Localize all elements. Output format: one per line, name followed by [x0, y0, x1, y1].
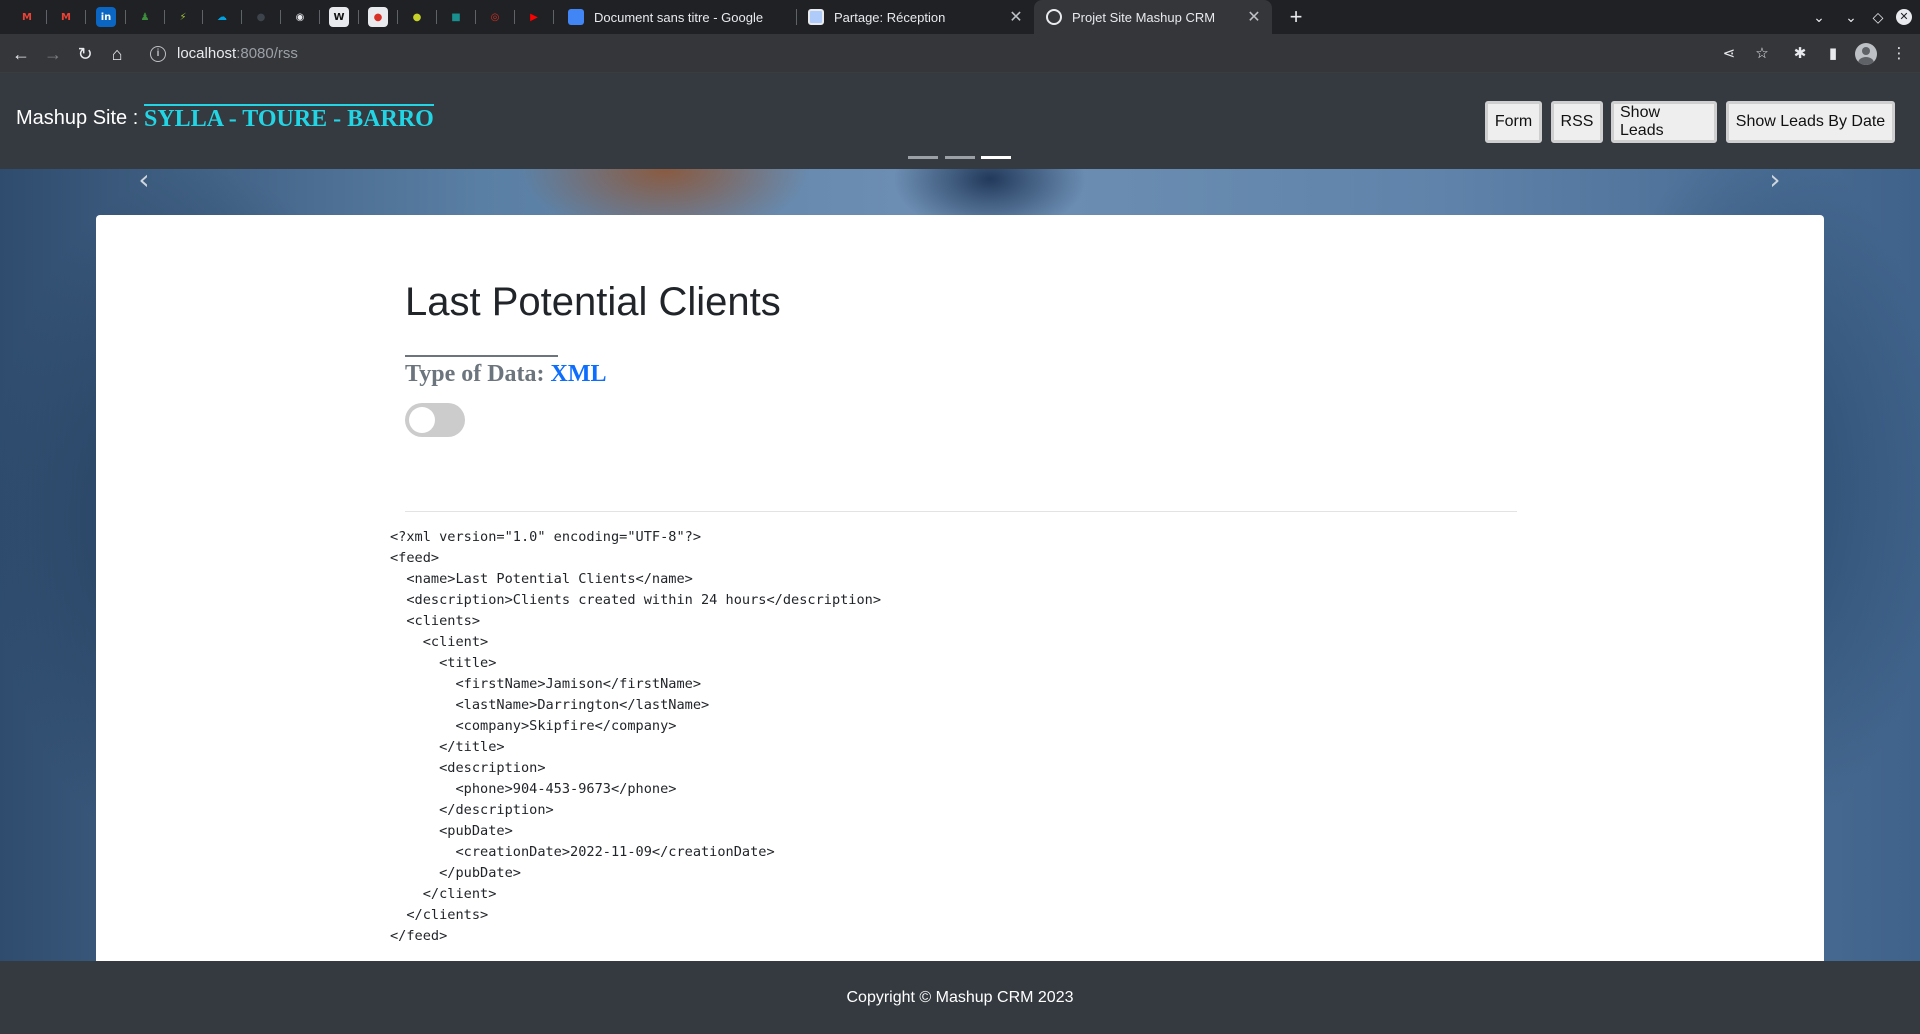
gmail-icon[interactable]: M	[17, 7, 37, 27]
address-bar[interactable]: i localhost:8080/rss	[138, 37, 1768, 70]
divider	[405, 511, 1517, 512]
tab-separator	[514, 10, 515, 24]
tab-separator	[436, 10, 437, 24]
reload-icon[interactable]: ↻	[71, 40, 99, 68]
tab-separator	[280, 10, 281, 24]
salesforce-icon[interactable]: ☁	[212, 7, 232, 27]
browser-toolbar: ← → ↻ ⌂ i localhost:8080/rss ⋖ ☆ ✱ ▮ ⋮	[0, 34, 1920, 73]
app-icon[interactable]: ■	[446, 7, 466, 27]
page-title: Last Potential Clients	[405, 280, 781, 324]
menu-kebab-icon[interactable]: ⋮	[1886, 40, 1912, 66]
globe-icon	[1046, 9, 1062, 25]
data-type-toggle[interactable]	[405, 403, 465, 437]
page-icon	[808, 9, 824, 25]
tab-partage[interactable]: Partage: Réception ✕	[796, 0, 1034, 34]
app-icon[interactable]: ●	[368, 7, 388, 27]
app-icon[interactable]: ♟	[135, 7, 155, 27]
github-icon[interactable]: ●	[251, 7, 271, 27]
globe-icon[interactable]: ◉	[290, 7, 310, 27]
profile-avatar[interactable]	[1855, 43, 1877, 65]
home-icon[interactable]: ⌂	[103, 40, 131, 68]
forward-icon[interactable]: →	[39, 40, 67, 68]
youtube-icon[interactable]: ▶	[524, 7, 544, 27]
carousel-indicator-3[interactable]	[981, 156, 1011, 159]
tab-separator	[202, 10, 203, 24]
tab-projet-site[interactable]: Projet Site Mashup CRM ✕	[1034, 0, 1272, 34]
page-viewport: Mashup Site : SYLLA - TOURE - BARRO Form…	[0, 73, 1920, 1034]
bookmark-star-icon[interactable]: ☆	[1749, 40, 1775, 66]
google-docs-icon	[568, 9, 584, 25]
address-url: localhost:8080/rss	[177, 45, 298, 62]
extensions-icon[interactable]: ✱	[1787, 40, 1813, 66]
tab-title: Document sans titre - Google	[594, 9, 764, 25]
rss-button[interactable]: RSS	[1551, 101, 1603, 143]
tab-separator	[553, 10, 554, 24]
content-card: Last Potential Clients Type of Data: XML…	[96, 215, 1824, 1034]
app-icon[interactable]: ●	[407, 7, 427, 27]
close-tab-icon[interactable]: ✕	[1006, 7, 1026, 27]
close-window-icon[interactable]: ✕	[1896, 9, 1912, 25]
gmail-icon[interactable]: M	[56, 7, 76, 27]
app-icon[interactable]: ◎	[485, 7, 505, 27]
tab-separator	[319, 10, 320, 24]
linkedin-icon[interactable]: in	[96, 7, 116, 27]
toggle-knob	[409, 407, 435, 433]
app-icon[interactable]: ⚡	[173, 7, 193, 27]
tab-separator	[85, 10, 86, 24]
tab-separator	[125, 10, 126, 24]
new-tab-button[interactable]: +	[1282, 3, 1310, 31]
tab-separator	[46, 10, 47, 24]
minimize-icon[interactable]: ⌄	[1839, 0, 1863, 34]
back-icon[interactable]: ←	[7, 40, 35, 68]
tab-separator	[164, 10, 165, 24]
show-leads-by-date-button[interactable]: Show Leads By Date	[1726, 101, 1895, 143]
title-underline	[405, 355, 558, 357]
carousel-indicator-2[interactable]	[945, 156, 975, 159]
tab-separator	[358, 10, 359, 24]
tab-google-doc[interactable]: Document sans titre - Google	[556, 0, 796, 34]
tab-separator	[397, 10, 398, 24]
xml-output: <?xml version="1.0" encoding="UTF-8"?> <…	[390, 529, 882, 944]
carousel-prev-icon[interactable]: ‹	[132, 165, 156, 195]
carousel-next-icon[interactable]: ›	[1763, 165, 1787, 195]
site-header: Mashup Site : SYLLA - TOURE - BARRO Form…	[0, 73, 1920, 169]
app-icon[interactable]: W	[329, 7, 349, 27]
show-leads-button[interactable]: Show Leads	[1611, 101, 1717, 143]
tab-title: Projet Site Mashup CRM	[1072, 9, 1216, 25]
copyright-text: Copyright © Mashup CRM 2023	[846, 988, 1074, 1006]
share-icon[interactable]: ⋖	[1716, 40, 1742, 66]
brand-label: Mashup Site :	[16, 107, 139, 129]
tab-separator	[475, 10, 476, 24]
site-footer: Copyright © Mashup CRM 2023	[0, 961, 1920, 1034]
type-of-data: Type of Data: XML	[405, 361, 607, 388]
browser-tab-strip: M M in ♟ ⚡ ☁ ● ◉ W ● ● ■ ◎ ▶ Document sa…	[0, 0, 1920, 34]
brand-names: SYLLA - TOURE - BARRO	[144, 104, 434, 132]
site-info-icon[interactable]: i	[150, 45, 166, 62]
tab-separator	[241, 10, 242, 24]
close-tab-icon[interactable]: ✕	[1244, 7, 1264, 27]
maximize-icon[interactable]: ◇	[1866, 0, 1890, 34]
side-panel-icon[interactable]: ▮	[1820, 40, 1846, 66]
tab-title: Partage: Réception	[834, 9, 946, 25]
form-button[interactable]: Form	[1485, 101, 1542, 143]
carousel-indicator-1[interactable]	[908, 156, 938, 159]
type-label: Type of Data:	[405, 361, 545, 387]
tab-search-icon[interactable]: ⌄	[1807, 0, 1831, 34]
type-value: XML	[550, 361, 607, 387]
